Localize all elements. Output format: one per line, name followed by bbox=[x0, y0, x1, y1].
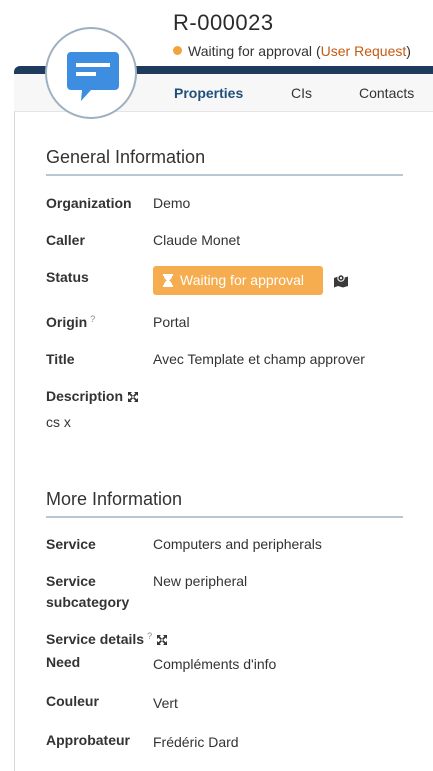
service-details-label-text: Service details bbox=[46, 631, 145, 647]
description-value: cs x bbox=[46, 414, 71, 430]
expand-icon[interactable] bbox=[157, 635, 168, 645]
organization-link[interactable]: Demo bbox=[153, 195, 190, 211]
request-avatar bbox=[45, 27, 137, 119]
service-details-label: Service details? bbox=[46, 631, 168, 647]
origin-value: Portal bbox=[153, 314, 190, 330]
title-label: Title bbox=[46, 351, 75, 367]
origin-help-icon[interactable]: ? bbox=[90, 314, 95, 324]
approbateur-label: Approbateur bbox=[46, 732, 130, 748]
service-subcategory-label-line2: subcategory bbox=[46, 594, 130, 610]
request-type-link[interactable]: User Request bbox=[321, 43, 407, 59]
general-information-title: General Information bbox=[46, 147, 206, 167]
section-divider bbox=[46, 516, 403, 518]
need-value: Compléments d'info bbox=[153, 656, 277, 672]
type-close-paren: ) bbox=[406, 43, 411, 59]
origin-label: Origin? bbox=[46, 314, 95, 330]
map-icon[interactable] bbox=[333, 274, 349, 288]
approbateur-link[interactable]: Frédéric Dard bbox=[153, 734, 239, 750]
header-status-text: Waiting for approval bbox=[188, 43, 312, 59]
tab-properties[interactable]: Properties bbox=[174, 85, 243, 101]
service-link[interactable]: Computers and peripherals bbox=[153, 536, 322, 552]
title-value: Avec Template et champ approver bbox=[153, 351, 365, 367]
more-information-title: More Information bbox=[46, 489, 183, 509]
expand-icon[interactable] bbox=[128, 392, 139, 402]
service-details-help-icon[interactable]: ? bbox=[147, 631, 152, 641]
service-label: Service bbox=[46, 536, 96, 552]
hourglass-icon bbox=[163, 274, 173, 287]
caller-link[interactable]: Claude Monet bbox=[153, 232, 240, 248]
service-subcategory-link[interactable]: New peripheral bbox=[153, 573, 247, 589]
description-label: Description bbox=[46, 388, 139, 404]
couleur-value: Vert bbox=[153, 695, 178, 711]
origin-label-text: Origin bbox=[46, 314, 88, 330]
request-ref: R-000023 bbox=[173, 10, 274, 35]
status-dot-icon bbox=[173, 46, 182, 55]
status-label: Status bbox=[46, 269, 89, 285]
description-label-text: Description bbox=[46, 388, 124, 404]
couleur-label: Couleur bbox=[46, 693, 99, 709]
section-divider bbox=[46, 174, 403, 176]
organization-label: Organization bbox=[46, 195, 132, 211]
service-subcategory-label: Service subcategory bbox=[46, 573, 129, 610]
tab-cis[interactable]: CIs bbox=[291, 85, 312, 101]
need-label: Need bbox=[46, 654, 81, 670]
tab-contacts[interactable]: Contacts bbox=[359, 85, 414, 101]
chat-bubble-icon bbox=[67, 52, 119, 101]
caller-label: Caller bbox=[46, 232, 85, 248]
status-badge-text: Waiting for approval bbox=[180, 272, 304, 288]
status-badge: Waiting for approval bbox=[153, 266, 323, 295]
header-status: Waiting for approval (User Request) bbox=[173, 43, 411, 59]
service-subcategory-label-line1: Service bbox=[46, 573, 96, 589]
